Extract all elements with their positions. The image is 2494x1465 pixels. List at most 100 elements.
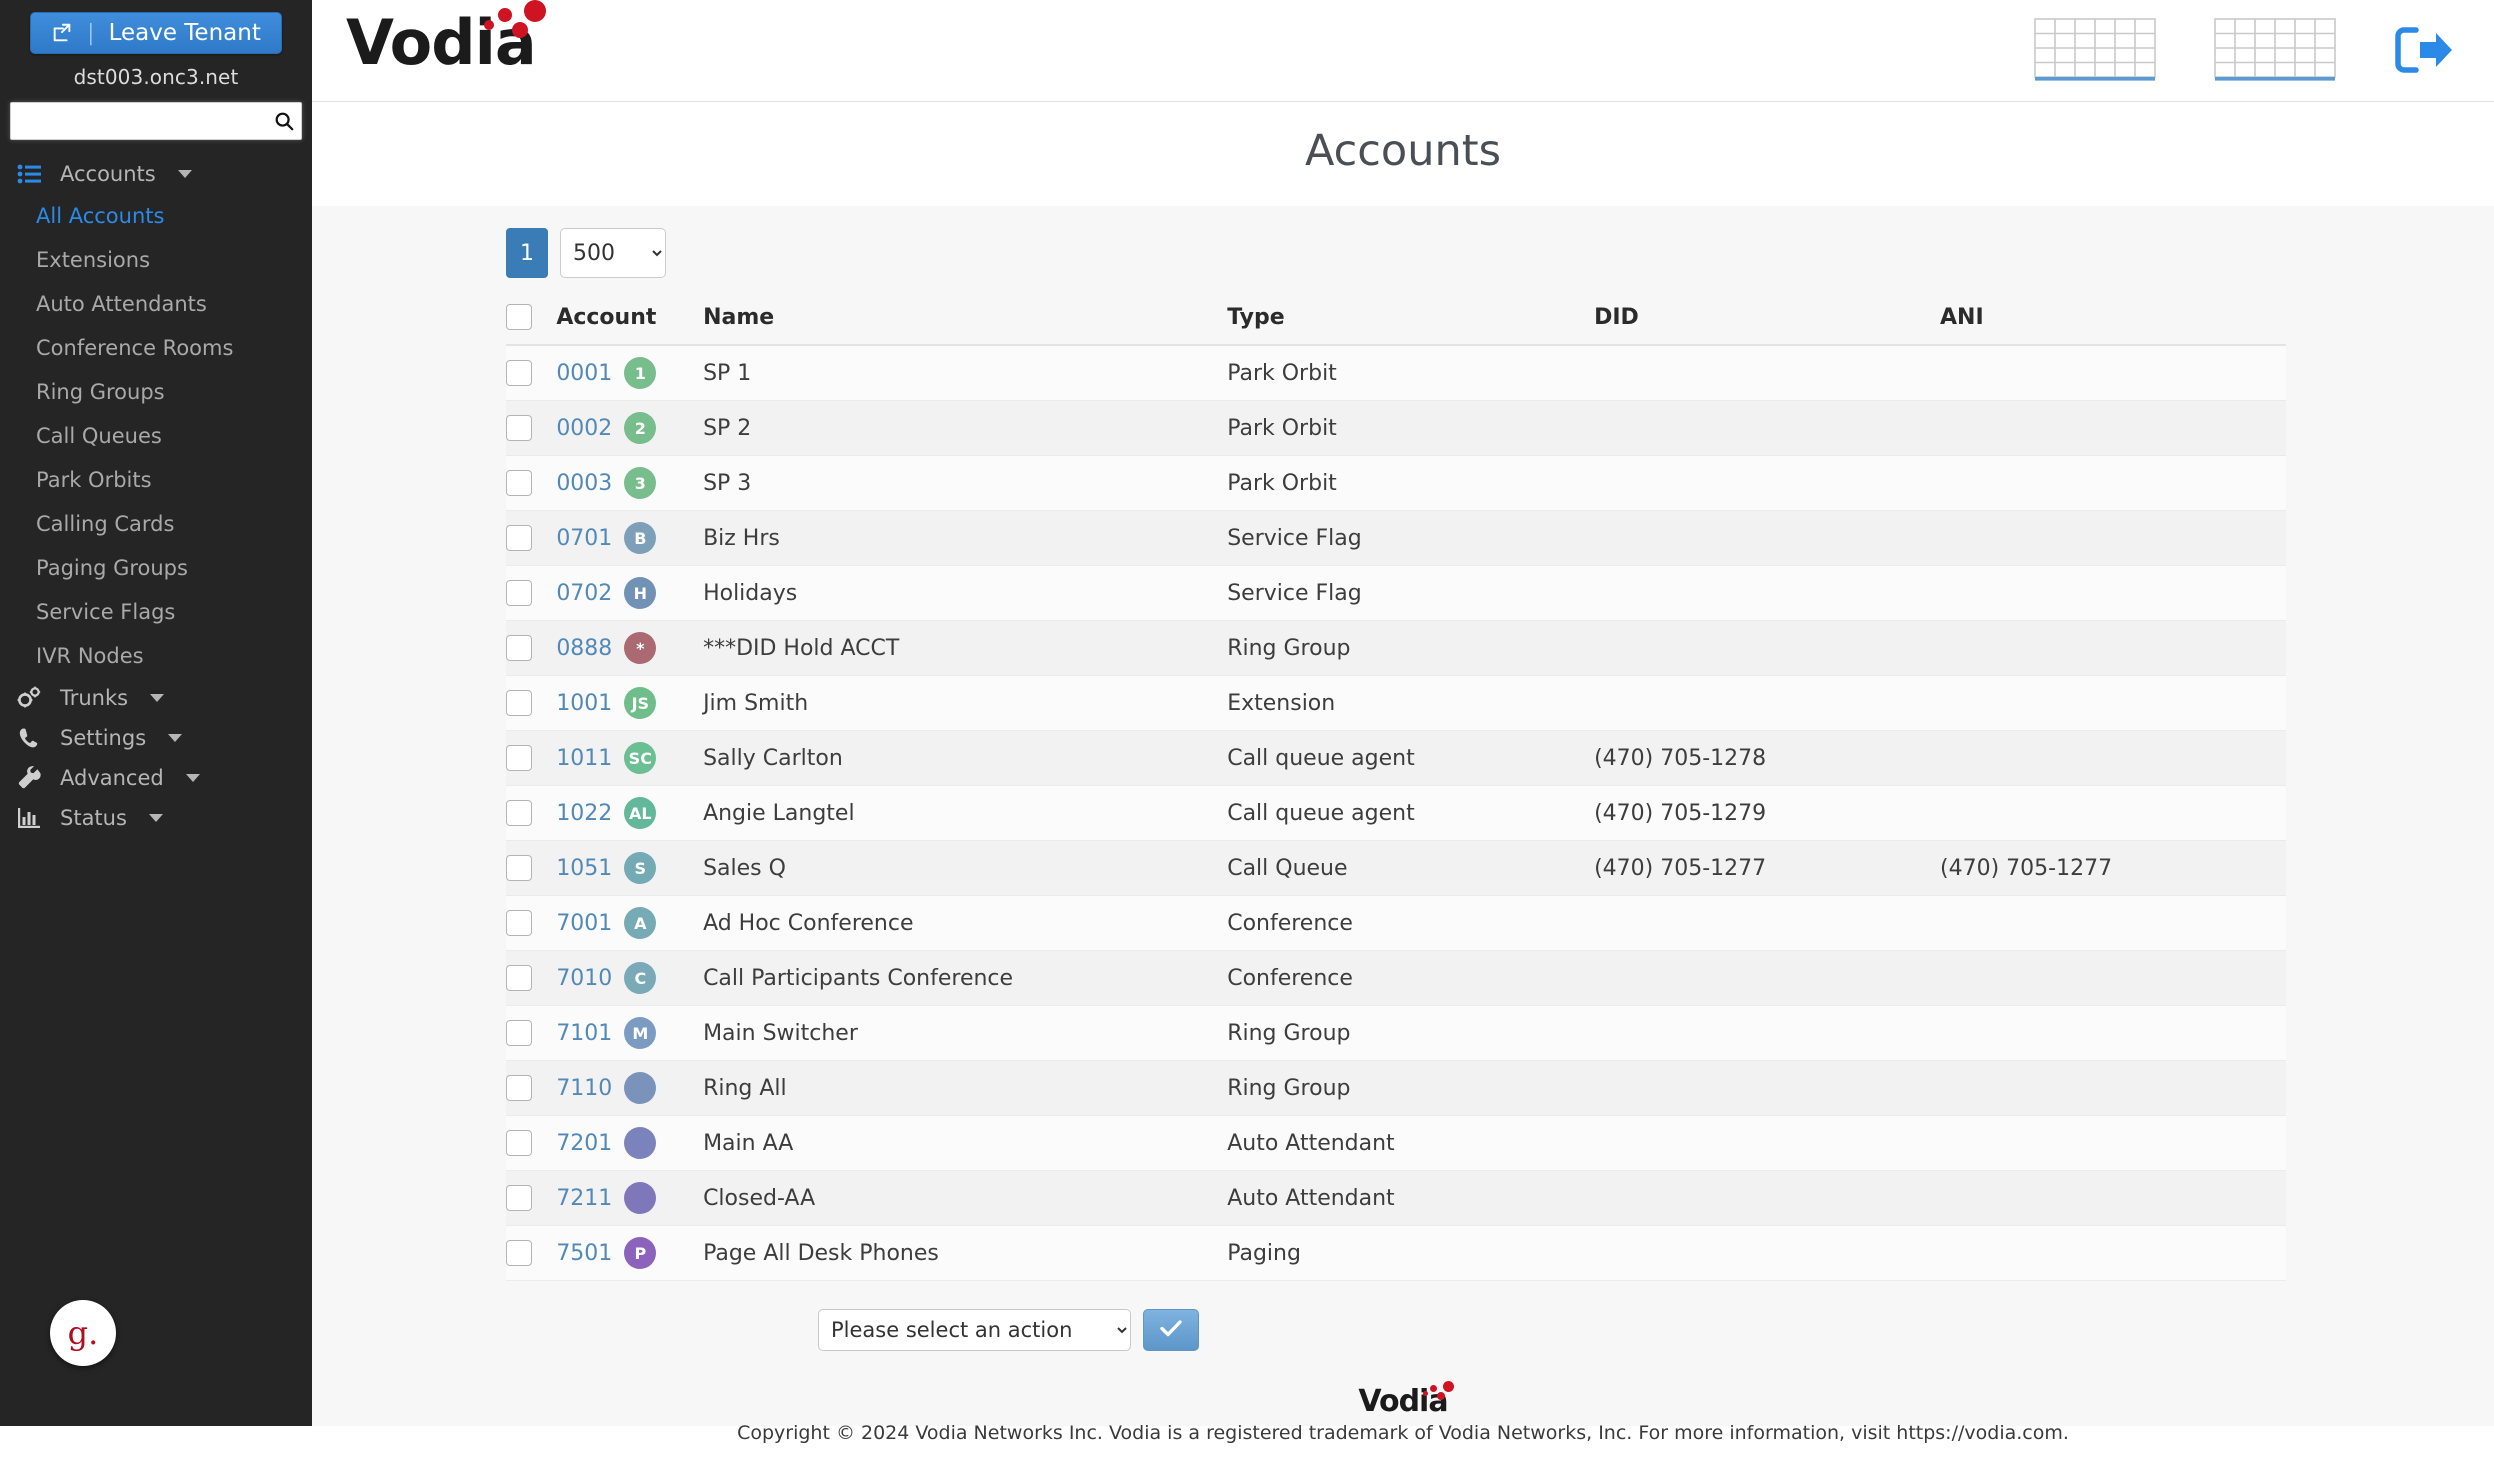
account-link[interactable]: 7101	[556, 1021, 612, 1046]
row-checkbox[interactable]	[506, 910, 532, 936]
table-row[interactable]: 0001 1 SP 1 Park Orbit	[506, 345, 2286, 401]
account-link[interactable]: 0888	[556, 636, 612, 661]
row-checkbox[interactable]	[506, 855, 532, 881]
ani-cell	[1940, 620, 2286, 676]
bulk-action-submit-button[interactable]	[1143, 1309, 1199, 1351]
table-row[interactable]: 7501 P Page All Desk Phones Paging	[506, 1225, 2286, 1281]
table-row[interactable]: 7101 M Main Switcher Ring Group	[506, 1005, 2286, 1061]
sidebar-group-label: Advanced	[60, 766, 164, 790]
account-link[interactable]: 7501	[556, 1241, 612, 1266]
column-header-did[interactable]: DID	[1594, 296, 1941, 346]
table-row[interactable]: 0888 * ***DID Hold ACCT Ring Group	[506, 620, 2286, 676]
row-checkbox[interactable]	[506, 745, 532, 771]
account-link[interactable]: 1022	[556, 801, 612, 826]
sidebar-item-extensions[interactable]: Extensions	[0, 238, 312, 282]
row-checkbox[interactable]	[506, 525, 532, 551]
table-row[interactable]: 1051 S Sales Q Call Queue (470) 705-1277 (470…	[506, 840, 2286, 896]
table-row[interactable]: 1001 JS Jim Smith Extension	[506, 675, 2286, 731]
account-link[interactable]: 1011	[556, 746, 612, 771]
sidebar-group-label: Settings	[60, 726, 147, 750]
account-link[interactable]: 0003	[556, 471, 612, 496]
table-row[interactable]: 1011 SC Sally Carlton Call queue agent (470)…	[506, 730, 2286, 786]
row-checkbox[interactable]	[506, 800, 532, 826]
account-link[interactable]: 7110	[556, 1076, 612, 1101]
page-size-select[interactable]: 500	[560, 228, 666, 278]
column-header-account[interactable]: Account	[556, 296, 704, 346]
sidebar-group-status[interactable]: Status	[0, 798, 312, 838]
vodia-logo: Vodia	[346, 0, 546, 74]
sidebar-group-accounts[interactable]: Accounts	[0, 154, 312, 194]
row-checkbox[interactable]	[506, 690, 532, 716]
did-cell	[1594, 455, 1941, 511]
table-row[interactable]: 0002 2 SP 2 Park Orbit	[506, 400, 2286, 456]
sidebar-group-trunks[interactable]: Trunks	[0, 678, 312, 718]
account-cell: 1011 SC	[556, 730, 704, 786]
sidebar-group-settings[interactable]: Settings	[0, 718, 312, 758]
sidebar-item-service-flags[interactable]: Service Flags	[0, 590, 312, 634]
sidebar-item-ivr-nodes[interactable]: IVR Nodes	[0, 634, 312, 678]
account-link[interactable]: 0002	[556, 416, 612, 441]
sidebar-item-all-accounts[interactable]: All Accounts	[0, 194, 312, 238]
ani-cell	[1940, 345, 2286, 401]
account-link[interactable]: 0701	[556, 526, 612, 551]
table-row[interactable]: 7010 C Call Participants Conference Confere…	[506, 950, 2286, 1006]
ani-cell	[1940, 565, 2286, 621]
account-link[interactable]: 7001	[556, 911, 612, 936]
table-row[interactable]: 0702 H Holidays Service Flag	[506, 565, 2286, 621]
page-number-button[interactable]: 1	[506, 228, 548, 278]
account-link[interactable]: 7010	[556, 966, 612, 991]
table-row[interactable]: 1022 AL Angie Langtel Call queue agent (470)…	[506, 785, 2286, 841]
sidebar-item-conference-rooms[interactable]: Conference Rooms	[0, 326, 312, 370]
sidebar-item-ring-groups[interactable]: Ring Groups	[0, 370, 312, 414]
search-input[interactable]	[11, 103, 267, 139]
row-checkbox[interactable]	[506, 1075, 532, 1101]
name-cell: Biz Hrs	[703, 510, 1228, 566]
account-link[interactable]: 0001	[556, 361, 612, 386]
sidebar-group-advanced[interactable]: Advanced	[0, 758, 312, 798]
table-row[interactable]: 0701 B Biz Hrs Service Flag	[506, 510, 2286, 566]
sidebar-item-calling-cards[interactable]: Calling Cards	[0, 502, 312, 546]
avatar	[624, 1072, 657, 1104]
account-link[interactable]: 7201	[556, 1131, 612, 1156]
table-grid-icon[interactable]	[2034, 18, 2156, 86]
row-checkbox[interactable]	[506, 635, 532, 661]
sidebar-item-paging-groups[interactable]: Paging Groups	[0, 546, 312, 590]
column-header-ani[interactable]: ANI	[1940, 296, 2286, 346]
row-checkbox[interactable]	[506, 1020, 532, 1046]
did-cell	[1594, 400, 1941, 456]
column-header-type[interactable]: Type	[1227, 296, 1595, 346]
row-checkbox[interactable]	[506, 470, 532, 496]
table-row[interactable]: 0003 3 SP 3 Park Orbit	[506, 455, 2286, 511]
table-row[interactable]: 7201 Main AA Auto Attendant	[506, 1115, 2286, 1171]
row-checkbox[interactable]	[506, 1185, 532, 1211]
account-cell: 1051 S	[556, 840, 704, 896]
row-checkbox[interactable]	[506, 580, 532, 606]
sidebar-item-auto-attendants[interactable]: Auto Attendants	[0, 282, 312, 326]
account-link[interactable]: 0702	[556, 581, 612, 606]
table-row[interactable]: 7110 Ring All Ring Group	[506, 1060, 2286, 1116]
search-box[interactable]	[10, 102, 302, 140]
bulk-action-select[interactable]: Please select an action	[818, 1309, 1131, 1351]
logout-icon[interactable]	[2394, 24, 2454, 80]
table-grid-icon[interactable]	[2214, 18, 2336, 86]
search-icon[interactable]	[267, 110, 301, 132]
row-checkbox[interactable]	[506, 1240, 532, 1266]
row-checkbox[interactable]	[506, 1130, 532, 1156]
type-cell: Auto Attendant	[1227, 1115, 1595, 1171]
grammarly-badge[interactable]: g.	[50, 1300, 116, 1366]
row-checkbox[interactable]	[506, 415, 532, 441]
sidebar-item-park-orbits[interactable]: Park Orbits	[0, 458, 312, 502]
avatar: M	[624, 1017, 657, 1049]
leave-tenant-button[interactable]: | Leave Tenant	[30, 12, 282, 54]
account-link[interactable]: 7211	[556, 1186, 612, 1211]
select-all-checkbox[interactable]	[506, 304, 532, 330]
column-header-name[interactable]: Name	[703, 296, 1228, 346]
sidebar-item-call-queues[interactable]: Call Queues	[0, 414, 312, 458]
row-checkbox[interactable]	[506, 360, 532, 386]
ani-cell: (470) 705-1277	[1940, 840, 2286, 896]
row-checkbox[interactable]	[506, 965, 532, 991]
account-link[interactable]: 1001	[556, 691, 612, 716]
table-row[interactable]: 7211 Closed-AA Auto Attendant	[506, 1170, 2286, 1226]
account-link[interactable]: 1051	[556, 856, 612, 881]
table-row[interactable]: 7001 A Ad Hoc Conference Conference	[506, 895, 2286, 951]
